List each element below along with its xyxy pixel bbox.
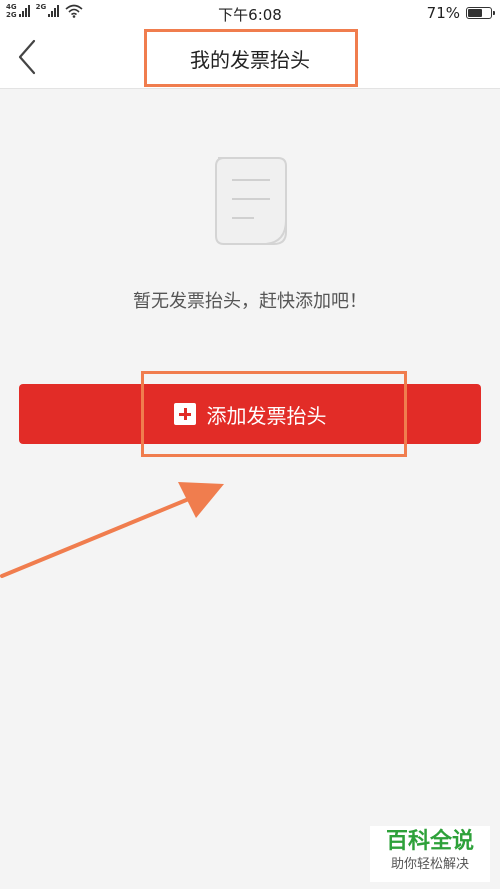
title-highlight-box [144,29,358,87]
battery-icon [466,7,495,19]
watermark-logo: 百科全说 助你轻松解决 [370,826,490,882]
button-highlight-box [141,371,407,457]
status-bar: 4G 2G 2G 下午6:08 71% [0,0,500,26]
watermark-subtitle: 助你轻松解决 [390,857,469,872]
watermark-title: 百科全说 [385,829,474,854]
battery-percentage: 71% [426,4,460,22]
empty-state-message: 暂无发票抬头，赶快添加吧！ [133,291,367,312]
annotation-arrow-icon [0,482,224,578]
status-time: 下午6:08 [218,6,282,24]
document-icon [215,157,287,245]
battery-indicator: 71% [426,4,495,22]
